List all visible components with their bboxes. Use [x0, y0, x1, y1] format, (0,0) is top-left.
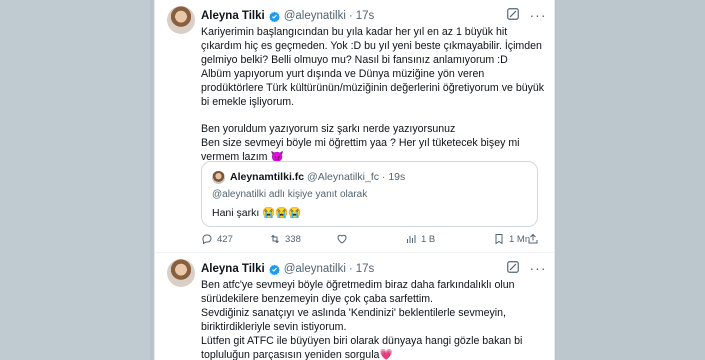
tweet-paragraph: Kariyerimin başlangıcından bu yıla kadar…: [201, 26, 545, 108]
author-name[interactable]: Aleyna Tilki: [201, 10, 265, 22]
quoted-reply-context: @aleynatilki adlı kişiye yanıt olarak: [212, 189, 368, 200]
quoted-author-handle[interactable]: @Aleynatilki_fc: [307, 171, 379, 183]
more-icon[interactable]: ···: [529, 7, 547, 25]
tweet-text: Ben atfc'ye sevmeyi böyle öğretmedim bir…: [201, 278, 545, 360]
quoted-header: Aleynamtilki.fc @Aleynatilki_fc · 19s: [230, 171, 405, 183]
retweet-count: 338: [285, 233, 301, 245]
retweet-button[interactable]: 338: [269, 233, 301, 245]
views-icon: [407, 235, 416, 243]
grok-icon[interactable]: [504, 260, 522, 278]
timestamp[interactable]: 17s: [356, 10, 375, 22]
verified-badge-icon: [268, 264, 280, 275]
bookmark-icon: [495, 234, 503, 245]
author-name[interactable]: Aleyna Tilki: [201, 263, 265, 275]
like-button[interactable]: [336, 233, 352, 245]
author-handle[interactable]: @aleynatilki: [284, 263, 346, 275]
avatar[interactable]: [167, 6, 195, 34]
grok-icon[interactable]: [504, 7, 522, 25]
quoted-avatar[interactable]: [212, 171, 225, 184]
timestamp[interactable]: 17s: [356, 263, 375, 275]
bookmark-button[interactable]: 1 Mn: [493, 233, 530, 245]
reply-count: 427: [217, 233, 233, 245]
reply-icon: [202, 234, 212, 245]
quoted-author-name[interactable]: Aleynamtilki.fc: [230, 171, 304, 183]
separator: ·: [348, 263, 353, 275]
left-background: [0, 0, 150, 360]
views-count: 1 B: [421, 233, 436, 245]
tweet-text: Kariyerimin başlangıcından bu yıla kadar…: [201, 25, 545, 164]
more-icon[interactable]: ···: [529, 260, 547, 278]
share-icon: [528, 233, 538, 244]
retweet-icon: [271, 234, 279, 244]
tweet-header: Aleyna Tilki @aleynatilki · 17s: [201, 8, 541, 24]
author-handle[interactable]: @aleynatilki: [284, 10, 346, 22]
tweet-header: Aleyna Tilki @aleynatilki · 17s: [201, 261, 541, 277]
tweet[interactable]: Aleyna Tilki @aleynatilki · 17s ··· Ben …: [155, 253, 554, 360]
tweet-actions: 427 338 1 B 1 Mn: [201, 233, 545, 247]
quoted-text: Hani şarkı 😭😭😭: [212, 207, 302, 219]
views-button[interactable]: 1 B: [405, 233, 435, 245]
quoted-tweet[interactable]: Aleynamtilki.fc @Aleynatilki_fc · 19s @a…: [201, 161, 538, 227]
tweet-paragraph: Ben atfc'ye sevmeyi böyle öğretmedim bir…: [201, 279, 523, 360]
verified-badge-icon: [268, 11, 280, 22]
right-background: [550, 0, 705, 360]
separator: ·: [348, 10, 353, 22]
reply-button[interactable]: 427: [201, 233, 233, 245]
separator: ·: [381, 171, 386, 183]
avatar[interactable]: [167, 259, 195, 287]
tweet[interactable]: Aleyna Tilki @aleynatilki · 17s ··· Kari…: [155, 0, 554, 253]
quoted-timestamp[interactable]: 19s: [388, 171, 405, 183]
tweet-paragraph: Ben yoruldum yazıyorum siz şarkı nerde y…: [201, 123, 520, 163]
heart-icon: [337, 234, 347, 244]
timeline-panel: Aleyna Tilki @aleynatilki · 17s ··· Kari…: [154, 0, 555, 360]
share-button[interactable]: [527, 233, 539, 245]
